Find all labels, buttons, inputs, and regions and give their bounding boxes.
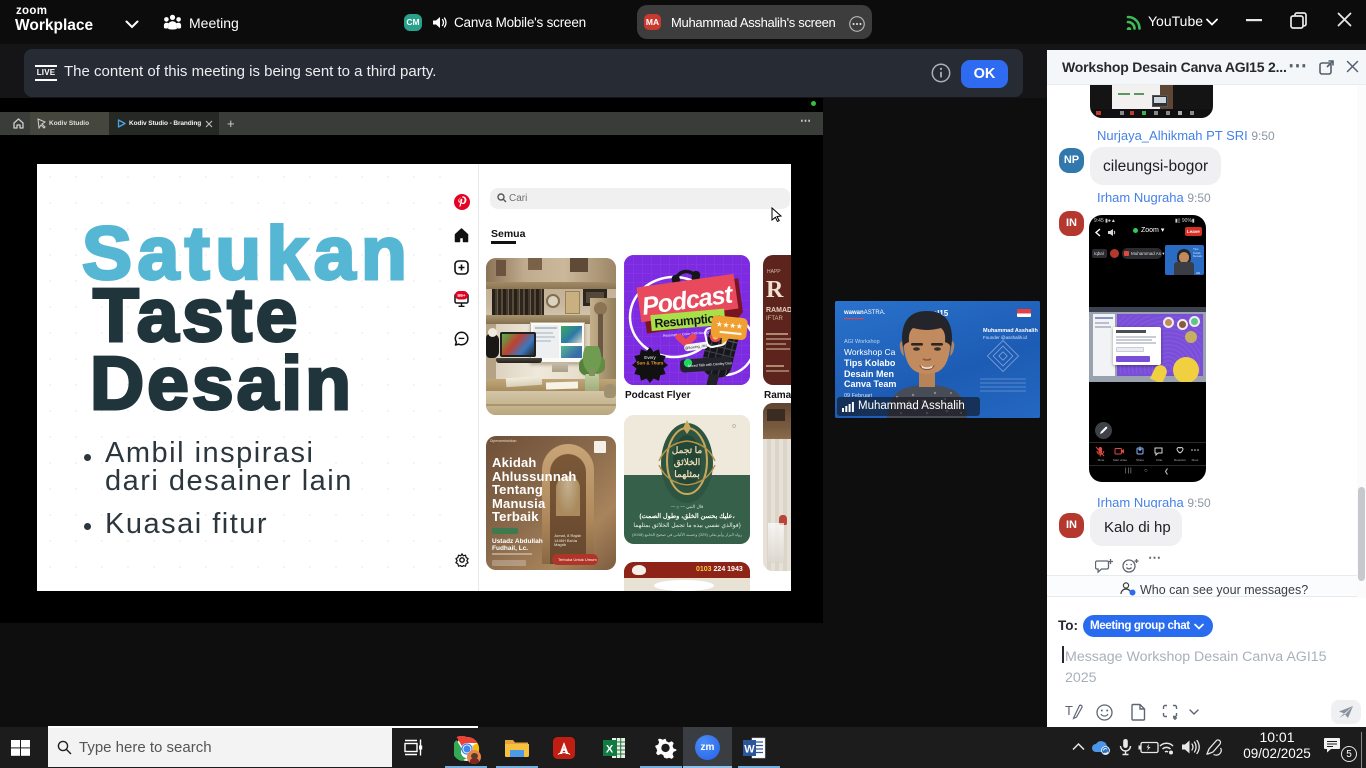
svg-text:Mute: Mute (1098, 458, 1105, 462)
svg-text:بمثلهما: بمثلهما (674, 469, 700, 480)
svg-text:T: T (1065, 703, 1073, 718)
svg-text:(عليك بحسن الخلق، وطول الصمت،: (عليك بحسن الخلق، وطول الصمت، (639, 512, 734, 520)
svg-text:Reaction: Reaction (1174, 458, 1186, 462)
svg-text:ما تجمل: ما تجمل (672, 445, 703, 455)
svg-text:Sun & Thurs: Sun & Thurs (637, 361, 664, 366)
svg-text:رواه البزار وأبو يعلى (329) وح: رواه البزار وأبو يعلى (329) وحسنه الألبا… (632, 531, 742, 537)
svg-text:Share: Share (1136, 458, 1144, 462)
svg-text:Start video: Start video (1113, 458, 1128, 462)
svg-text:فوالذي نفسي بيده ما تجمل الخلا: فوالذي نفسي بيده ما تجمل الخلائق بمثلهما… (633, 522, 740, 529)
svg-text:W: W (744, 744, 755, 756)
svg-text:Every: Every (644, 355, 656, 360)
svg-text:Chat: Chat (1156, 458, 1163, 462)
svg-text:— ۞ — قال النبي: — ۞ — قال النبي (671, 504, 704, 509)
svg-text:X: X (606, 744, 614, 756)
svg-text:الخلائق: الخلائق (674, 457, 700, 468)
svg-text:99+: 99+ (457, 293, 465, 299)
svg-text:More: More (1192, 458, 1199, 462)
